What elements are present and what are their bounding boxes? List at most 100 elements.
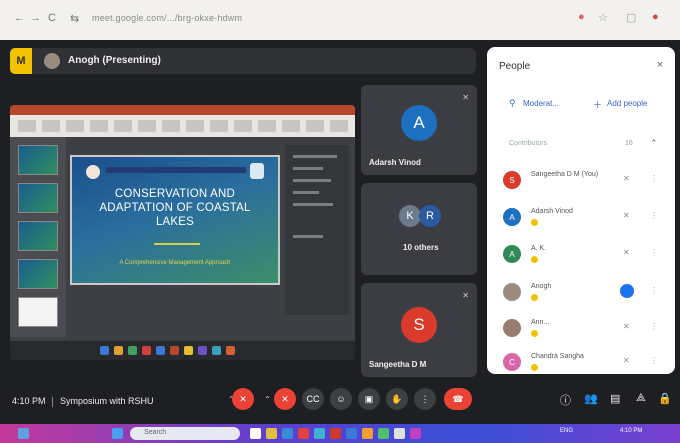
- add-person-icon[interactable]: ＋: [593, 98, 602, 111]
- add-people-button[interactable]: Add people: [607, 99, 647, 108]
- chevron-up-icon[interactable]: ⌃: [264, 395, 271, 404]
- more-options-icon[interactable]: ⋮: [650, 356, 658, 365]
- people-icon[interactable]: 👥: [584, 392, 598, 405]
- slide-divider: [154, 243, 200, 245]
- hand-icon: [531, 364, 538, 371]
- word-icon[interactable]: [346, 428, 357, 439]
- mic-off-icon: ✕: [462, 291, 469, 300]
- app-icon[interactable]: [362, 428, 373, 439]
- os-taskbar: Search ENG 4:10 PM: [0, 424, 680, 443]
- more-options-button[interactable]: ⋮: [414, 388, 436, 410]
- participant-tile[interactable]: ✕ S Sangeetha D M: [361, 283, 477, 377]
- mic-off-icon: ✕: [623, 174, 630, 183]
- task-view-icon[interactable]: [250, 428, 261, 439]
- participant-row[interactable]: S Sangeetha D M (You) ✕ ⋮: [503, 167, 671, 197]
- powerpoint-titlebar: [10, 105, 355, 115]
- extensions-icon[interactable]: ▢: [626, 11, 636, 24]
- app-icon[interactable]: [410, 428, 421, 439]
- presenter-avatar: [44, 53, 60, 69]
- participant-row[interactable]: Ann... ✕ ⋮: [503, 315, 671, 345]
- others-tile[interactable]: K R 10 others: [361, 183, 477, 275]
- participant-name: Sangeetha D M: [369, 360, 427, 369]
- participant-row[interactable]: A Adarsh Vinod ✕ ⋮: [503, 204, 671, 234]
- participant-name: A. K.: [531, 245, 547, 252]
- language-indicator[interactable]: ENG: [560, 428, 573, 434]
- mic-off-icon: ✕: [239, 393, 247, 404]
- app-icon[interactable]: [378, 428, 389, 439]
- present-button[interactable]: ▣: [358, 388, 380, 410]
- forward-icon[interactable]: →: [30, 12, 41, 24]
- more-options-icon[interactable]: ⋮: [650, 174, 658, 183]
- chevron-up-icon[interactable]: ⌃: [650, 138, 658, 149]
- more-options-icon[interactable]: ⋮: [650, 286, 658, 295]
- mic-off-icon: ✕: [623, 322, 630, 331]
- more-options-icon[interactable]: ⋮: [650, 248, 658, 257]
- avatar: [503, 319, 521, 337]
- address-bar[interactable]: meet.google.com/.../brg-okxe-hdwm: [92, 13, 242, 23]
- current-slide: CONSERVATION AND ADAPTATION OF COASTAL L…: [70, 155, 280, 285]
- moderation-button[interactable]: Moderat...: [523, 99, 559, 108]
- file-explorer-icon[interactable]: [266, 428, 277, 439]
- widgets-icon[interactable]: [18, 428, 29, 439]
- section-label: Contributors: [509, 140, 548, 147]
- chat-icon[interactable]: ▤: [610, 392, 620, 405]
- participant-row[interactable]: Anogh ⋮: [503, 279, 671, 309]
- participant-name: Adarsh Vinod: [531, 208, 573, 215]
- phone-hangup-icon: ☎: [452, 393, 464, 404]
- start-icon[interactable]: [112, 428, 123, 439]
- meet-logo-icon: M: [10, 48, 32, 74]
- back-icon[interactable]: ←: [14, 12, 25, 24]
- avatar: [503, 283, 521, 301]
- store-icon[interactable]: [314, 428, 325, 439]
- search-label: Search: [144, 429, 167, 436]
- captions-icon: CC: [306, 394, 320, 404]
- slide-subtitle: A Comprehensive Management Approach: [119, 260, 231, 266]
- present-screen-icon: ▣: [364, 393, 374, 404]
- meet-stage: M Anogh (Presenting) CONSERVATION AND AD…: [0, 40, 680, 424]
- more-options-icon[interactable]: ⋮: [650, 322, 658, 331]
- system-clock[interactable]: 4:10 PM: [620, 428, 642, 434]
- mic-off-icon: ✕: [623, 211, 630, 220]
- shared-taskbar: [10, 341, 355, 360]
- meeting-time: 4:10 PM: [12, 396, 46, 406]
- profile-icon[interactable]: ●: [652, 11, 659, 23]
- slide-thumbnail: [18, 259, 58, 289]
- avatar: A: [401, 105, 437, 141]
- camera-off-icon: ✕: [281, 393, 289, 404]
- participant-name: Ann...: [531, 319, 550, 326]
- reactions-button[interactable]: ☺: [330, 388, 352, 410]
- mic-indicator-icon[interactable]: ●: [578, 11, 585, 23]
- institute-logo-icon: [250, 163, 264, 179]
- participant-tile[interactable]: ✕ A Adarsh Vinod: [361, 85, 477, 175]
- raise-hand-button[interactable]: ✋: [386, 388, 408, 410]
- chrome-icon[interactable]: [298, 428, 309, 439]
- hand-icon: [531, 256, 538, 263]
- microphone-button[interactable]: ✕: [232, 388, 254, 410]
- search-box[interactable]: Search: [130, 427, 240, 440]
- reload-icon[interactable]: C: [48, 12, 56, 24]
- more-options-icon[interactable]: ⋮: [650, 211, 658, 220]
- camera-button[interactable]: ✕: [274, 388, 296, 410]
- avatar: A: [503, 245, 521, 263]
- leave-call-button[interactable]: ☎: [444, 388, 472, 410]
- lock-icon[interactable]: 🔒: [658, 392, 672, 405]
- participant-name: Chandra Sangha: [531, 353, 584, 360]
- powerpoint-ribbon: [10, 115, 355, 137]
- participant-row[interactable]: A A. K. ✕ ⋮: [503, 241, 671, 271]
- close-icon[interactable]: ×: [657, 59, 663, 71]
- panel-title: People: [499, 61, 531, 72]
- design-pane: [285, 145, 349, 315]
- moderation-icon[interactable]: ⚲: [509, 98, 516, 109]
- site-info-icon[interactable]: ⇆: [70, 12, 79, 25]
- activities-icon[interactable]: ⟁: [636, 392, 646, 405]
- avatar: S: [401, 307, 437, 343]
- powerpoint-icon[interactable]: [330, 428, 341, 439]
- app-icon[interactable]: [394, 428, 405, 439]
- participant-row[interactable]: C Chandra Sangha ✕ ⋮: [503, 349, 671, 379]
- edge-icon[interactable]: [282, 428, 293, 439]
- bookmark-star-icon[interactable]: ☆: [598, 11, 608, 24]
- captions-button[interactable]: CC: [302, 388, 324, 410]
- avatar: C: [503, 353, 521, 371]
- participant-name: Anogh: [531, 283, 552, 290]
- info-icon[interactable]: ⓘ: [560, 392, 571, 408]
